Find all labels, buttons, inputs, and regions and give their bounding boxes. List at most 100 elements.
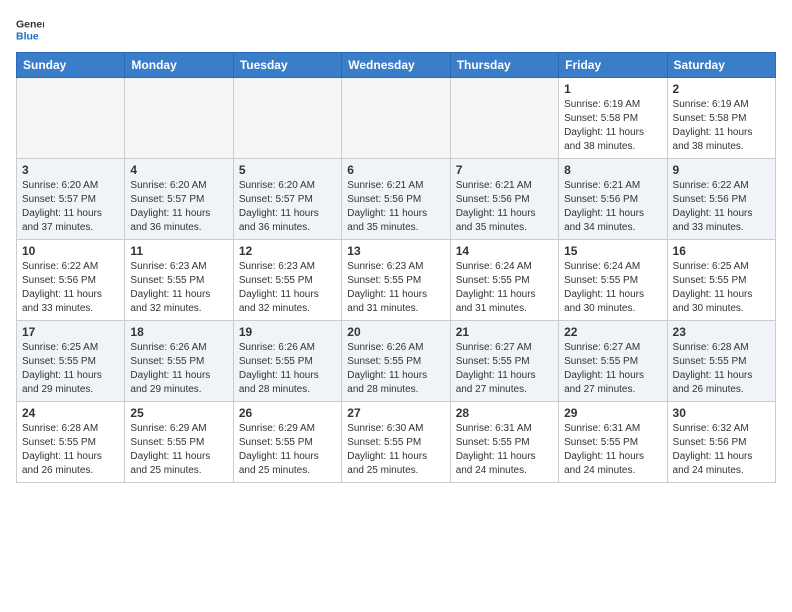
day-number: 28 [456,406,553,420]
page-header: GeneralBlue [16,16,776,44]
day-number: 13 [347,244,444,258]
calendar-cell: 11Sunrise: 6:23 AM Sunset: 5:55 PM Dayli… [125,240,233,321]
day-info: Sunrise: 6:29 AM Sunset: 5:55 PM Dayligh… [239,422,336,478]
calendar-cell: 22 Sunrise: 6:27 AM Sunset: 5:55 PM Dayli… [559,321,667,402]
calendar-cell: 28 Sunrise: 6:31 AM Sunset: 5:55 PM Dayli… [450,402,558,483]
calendar-cell [233,78,341,159]
day-info: Sunrise: 6:20 AM Sunset: 5:57 PM Dayligh… [22,179,119,235]
calendar-cell: 4Sunrise: 6:20 AM Sunset: 5:57 PM Daylig… [125,159,233,240]
calendar-cell: 24 Sunrise: 6:28 AM Sunset: 5:55 PM Dayli… [17,402,125,483]
calendar-cell: 2Sunrise: 6:19 AM Sunset: 5:58 PM Daylig… [667,78,775,159]
day-info: Sunrise: 6:22 AM Sunset: 5:56 PM Dayligh… [22,260,119,316]
calendar-cell: 9 Sunrise: 6:22 AM Sunset: 5:56 PM Daylig… [667,159,775,240]
day-info: Sunrise: 6:26 AM Sunset: 5:55 PM Dayligh… [347,341,444,397]
day-info: Sunrise: 6:23 AM Sunset: 5:55 PM Dayligh… [347,260,444,316]
day-number: 12 [239,244,336,258]
day-info: Sunrise: 6:25 AM Sunset: 5:55 PM Dayligh… [673,260,770,316]
calendar-cell: 20Sunrise: 6:26 AM Sunset: 5:55 PM Dayli… [342,321,450,402]
weekday-header-wednesday: Wednesday [342,53,450,78]
logo: GeneralBlue [16,16,44,44]
day-info: Sunrise: 6:21 AM Sunset: 5:56 PM Dayligh… [347,179,444,235]
day-info: Sunrise: 6:28 AM Sunset: 5:55 PM Dayligh… [22,422,119,478]
calendar-cell: 18 Sunrise: 6:26 AM Sunset: 5:55 PM Dayli… [125,321,233,402]
calendar-table: SundayMondayTuesdayWednesdayThursdayFrid… [16,52,776,483]
day-info: Sunrise: 6:23 AM Sunset: 5:55 PM Dayligh… [130,260,227,316]
day-info: Sunrise: 6:31 AM Sunset: 5:55 PM Dayligh… [564,422,661,478]
calendar-cell: 25 Sunrise: 6:29 AM Sunset: 5:55 PM Dayli… [125,402,233,483]
day-info: Sunrise: 6:27 AM Sunset: 5:55 PM Dayligh… [456,341,553,397]
day-info: Sunrise: 6:30 AM Sunset: 5:55 PM Dayligh… [347,422,444,478]
day-number: 19 [239,325,336,339]
calendar-week-3: 10 Sunrise: 6:22 AM Sunset: 5:56 PM Dayli… [17,240,776,321]
calendar-cell: 30 Sunrise: 6:32 AM Sunset: 5:56 PM Dayli… [667,402,775,483]
calendar-cell: 8 Sunrise: 6:21 AM Sunset: 5:56 PM Daylig… [559,159,667,240]
calendar-cell: 12 Sunrise: 6:23 AM Sunset: 5:55 PM Dayli… [233,240,341,321]
day-info: Sunrise: 6:26 AM Sunset: 5:55 PM Dayligh… [239,341,336,397]
calendar-cell: 16Sunrise: 6:25 AM Sunset: 5:55 PM Dayli… [667,240,775,321]
calendar-cell: 15Sunrise: 6:24 AM Sunset: 5:55 PM Dayli… [559,240,667,321]
calendar-cell: 17 Sunrise: 6:25 AM Sunset: 5:55 PM Dayli… [17,321,125,402]
calendar-week-4: 17 Sunrise: 6:25 AM Sunset: 5:55 PM Dayli… [17,321,776,402]
calendar-week-5: 24 Sunrise: 6:28 AM Sunset: 5:55 PM Dayli… [17,402,776,483]
day-number: 25 [130,406,227,420]
day-info: Sunrise: 6:20 AM Sunset: 5:57 PM Dayligh… [239,179,336,235]
day-info: Sunrise: 6:25 AM Sunset: 5:55 PM Dayligh… [22,341,119,397]
calendar-cell: 27 Sunrise: 6:30 AM Sunset: 5:55 PM Dayli… [342,402,450,483]
weekday-header-row: SundayMondayTuesdayWednesdayThursdayFrid… [17,53,776,78]
day-info: Sunrise: 6:19 AM Sunset: 5:58 PM Dayligh… [673,98,770,154]
day-number: 22 [564,325,661,339]
day-number: 7 [456,163,553,177]
day-number: 8 [564,163,661,177]
calendar-cell: 1 Sunrise: 6:19 AM Sunset: 5:58 PM Daylig… [559,78,667,159]
day-number: 17 [22,325,119,339]
calendar-cell [450,78,558,159]
weekday-header-saturday: Saturday [667,53,775,78]
day-number: 3 [22,163,119,177]
day-number: 27 [347,406,444,420]
day-info: Sunrise: 6:29 AM Sunset: 5:55 PM Dayligh… [130,422,227,478]
day-info: Sunrise: 6:21 AM Sunset: 5:56 PM Dayligh… [456,179,553,235]
calendar-cell: 26Sunrise: 6:29 AM Sunset: 5:55 PM Dayli… [233,402,341,483]
day-number: 6 [347,163,444,177]
day-info: Sunrise: 6:20 AM Sunset: 5:57 PM Dayligh… [130,179,227,235]
day-info: Sunrise: 6:32 AM Sunset: 5:56 PM Dayligh… [673,422,770,478]
calendar-cell [342,78,450,159]
svg-text:General: General [16,18,44,30]
day-info: Sunrise: 6:19 AM Sunset: 5:58 PM Dayligh… [564,98,661,154]
day-info: Sunrise: 6:26 AM Sunset: 5:55 PM Dayligh… [130,341,227,397]
day-info: Sunrise: 6:24 AM Sunset: 5:55 PM Dayligh… [456,260,553,316]
calendar-cell [125,78,233,159]
day-info: Sunrise: 6:31 AM Sunset: 5:55 PM Dayligh… [456,422,553,478]
weekday-header-monday: Monday [125,53,233,78]
calendar-week-1: 1 Sunrise: 6:19 AM Sunset: 5:58 PM Daylig… [17,78,776,159]
day-info: Sunrise: 6:23 AM Sunset: 5:55 PM Dayligh… [239,260,336,316]
weekday-header-friday: Friday [559,53,667,78]
day-number: 24 [22,406,119,420]
svg-text:Blue: Blue [16,31,39,43]
calendar-cell [17,78,125,159]
calendar-week-2: 3 Sunrise: 6:20 AM Sunset: 5:57 PM Daylig… [17,159,776,240]
day-number: 14 [456,244,553,258]
calendar-cell: 14 Sunrise: 6:24 AM Sunset: 5:55 PM Dayli… [450,240,558,321]
day-number: 1 [564,82,661,96]
day-info: Sunrise: 6:22 AM Sunset: 5:56 PM Dayligh… [673,179,770,235]
calendar-cell: 6 Sunrise: 6:21 AM Sunset: 5:56 PM Daylig… [342,159,450,240]
weekday-header-sunday: Sunday [17,53,125,78]
day-info: Sunrise: 6:28 AM Sunset: 5:55 PM Dayligh… [673,341,770,397]
calendar-cell: 7 Sunrise: 6:21 AM Sunset: 5:56 PM Daylig… [450,159,558,240]
calendar-cell: 5Sunrise: 6:20 AM Sunset: 5:57 PM Daylig… [233,159,341,240]
day-number: 9 [673,163,770,177]
day-info: Sunrise: 6:27 AM Sunset: 5:55 PM Dayligh… [564,341,661,397]
calendar-cell: 13 Sunrise: 6:23 AM Sunset: 5:55 PM Dayli… [342,240,450,321]
calendar-cell: 19 Sunrise: 6:26 AM Sunset: 5:55 PM Dayli… [233,321,341,402]
logo-icon: GeneralBlue [16,16,44,44]
day-number: 30 [673,406,770,420]
day-number: 23 [673,325,770,339]
day-number: 10 [22,244,119,258]
calendar-cell: 29 Sunrise: 6:31 AM Sunset: 5:55 PM Dayli… [559,402,667,483]
day-number: 18 [130,325,227,339]
weekday-header-tuesday: Tuesday [233,53,341,78]
day-number: 15 [564,244,661,258]
day-info: Sunrise: 6:21 AM Sunset: 5:56 PM Dayligh… [564,179,661,235]
day-number: 29 [564,406,661,420]
